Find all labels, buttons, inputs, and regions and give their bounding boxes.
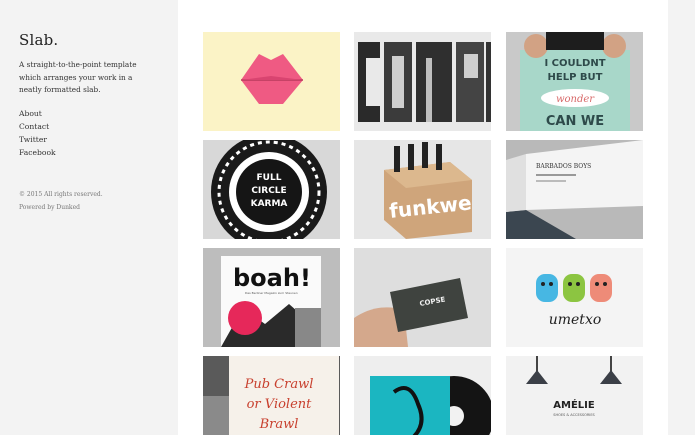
umetxo-text: umetxo bbox=[549, 312, 602, 328]
footer: © 2015 All rights reserved. Powered by D… bbox=[19, 188, 103, 214]
comp-image bbox=[354, 32, 491, 131]
tile-i-couldnt[interactable]: I COULDNT HELP BUT wonder CAN WE bbox=[506, 32, 643, 131]
amelie-sub: SHOES & ACCESSORIES bbox=[553, 413, 595, 417]
sidebar: Slab. A straight-to-the-point template w… bbox=[0, 0, 178, 435]
nav-item-facebook[interactable]: Facebook bbox=[19, 146, 56, 159]
nav-item-contact[interactable]: Contact bbox=[19, 120, 56, 133]
box-image: funkwe bbox=[354, 140, 491, 239]
karma-line1: FULL bbox=[257, 173, 282, 183]
right-margin bbox=[668, 0, 695, 435]
umetxo-image: umetxo bbox=[506, 248, 643, 347]
pubcrawl-line3: Brawl bbox=[259, 417, 299, 432]
magazine-title: boah! bbox=[233, 264, 311, 292]
magazine-sub: Das Berliner Magazin zum Staunen bbox=[245, 291, 298, 295]
site-logo[interactable]: Slab. bbox=[19, 31, 58, 49]
nav-list: About Contact Twitter Facebook bbox=[19, 107, 56, 159]
magazine-image: boah! Das Berliner Magazin zum Staunen bbox=[203, 248, 340, 347]
tile-lips[interactable] bbox=[203, 32, 340, 131]
tile-comp[interactable] bbox=[354, 32, 491, 131]
tile-funkwe[interactable]: funkwe bbox=[354, 140, 491, 239]
karma-line2: CIRCLE bbox=[251, 186, 286, 196]
poster-image: I COULDNT HELP BUT wonder CAN WE bbox=[506, 32, 643, 131]
karma-line3: KARMA bbox=[251, 199, 288, 209]
portfolio-grid: I COULDNT HELP BUT wonder CAN WE FULL CI… bbox=[178, 0, 668, 435]
footer-copyright: © 2015 All rights reserved. bbox=[19, 191, 103, 198]
pubcrawl-line1: Pub Crawl bbox=[244, 377, 314, 392]
tile-boah[interactable]: boah! Das Berliner Magazin zum Staunen bbox=[203, 248, 340, 347]
amelie-title: AMÉLIE bbox=[553, 398, 595, 411]
amelie-image: AMÉLIE SHOES & ACCESSORIES bbox=[506, 356, 643, 435]
poster-line4: CAN WE bbox=[546, 114, 604, 129]
vinyl-image bbox=[354, 356, 491, 435]
tile-amelie[interactable]: AMÉLIE SHOES & ACCESSORIES bbox=[506, 356, 643, 435]
footer-powered[interactable]: Powered by Dunked bbox=[19, 201, 103, 214]
nav-item-about[interactable]: About bbox=[19, 107, 56, 120]
tile-copse[interactable]: COPSE bbox=[354, 248, 491, 347]
site-tagline: A straight-to-the-point template which a… bbox=[19, 60, 137, 94]
poster-line3: wonder bbox=[556, 94, 595, 105]
karma-image: FULL CIRCLE KARMA bbox=[203, 140, 340, 239]
tile-pub-crawl[interactable]: Pub Crawl or Violent Brawl bbox=[203, 356, 340, 435]
book-title: BARBADOS BOYS bbox=[536, 163, 591, 170]
card-image: COPSE bbox=[354, 248, 491, 347]
pubcrawl-line2: or Violent bbox=[247, 397, 313, 412]
tile-full-circle-karma[interactable]: FULL CIRCLE KARMA bbox=[203, 140, 340, 239]
lips-image bbox=[203, 32, 340, 131]
tile-umetxo[interactable]: umetxo bbox=[506, 248, 643, 347]
book-image: BARBADOS BOYS bbox=[506, 140, 643, 239]
tile-vinyl[interactable] bbox=[354, 356, 491, 435]
poster-line2: HELP BUT bbox=[548, 72, 603, 83]
tile-barbados-boys[interactable]: BARBADOS BOYS bbox=[506, 140, 643, 239]
poster-line1: I COULDNT bbox=[544, 58, 605, 69]
pubcrawl-image: Pub Crawl or Violent Brawl bbox=[203, 356, 340, 435]
nav-item-twitter[interactable]: Twitter bbox=[19, 133, 56, 146]
